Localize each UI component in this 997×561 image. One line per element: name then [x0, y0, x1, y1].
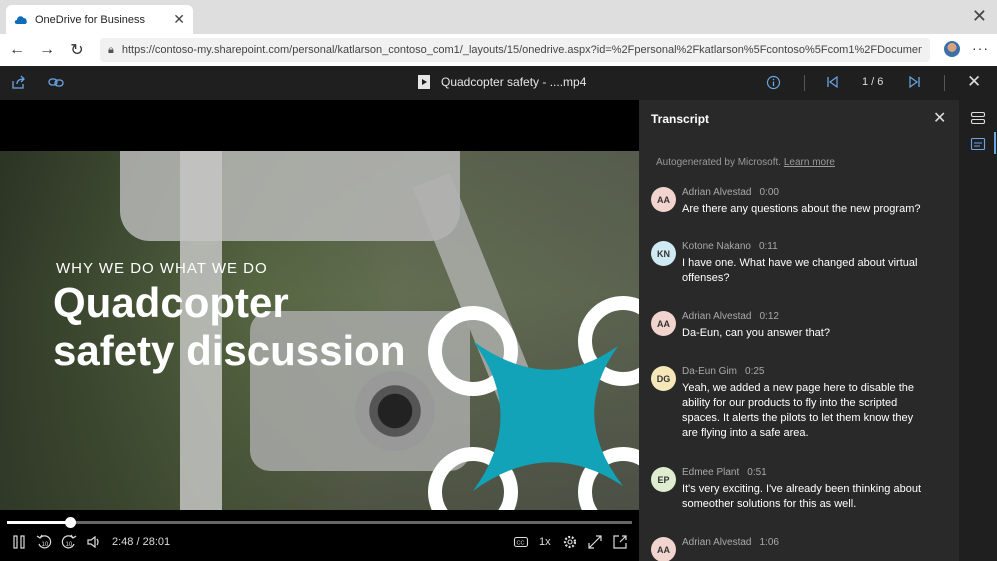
entry-text: Are there any questions about the new pr… [682, 203, 921, 215]
video-overlay-title: Quadcopter safety discussion [53, 279, 405, 375]
toolbar-divider [804, 75, 805, 91]
onedrive-cloud-icon [14, 15, 27, 24]
details-panel-icon[interactable] [970, 111, 986, 125]
entry-meta: Adrian Alvestad 0:00 [682, 187, 779, 198]
close-transcript-icon[interactable]: ✕ [933, 108, 946, 128]
captions-icon[interactable]: CC [513, 534, 529, 550]
entry-timestamp[interactable]: 1:06 [760, 537, 779, 548]
entry-text: Yeah, we added a new page here to disabl… [682, 382, 914, 439]
speaker-avatar: DG [651, 366, 676, 391]
speaker-name: Adrian Alvestad [682, 311, 752, 322]
video-overlay-title-line: Quadcopter [53, 279, 289, 326]
rewind-10-icon[interactable]: 10 [36, 534, 52, 550]
svg-text:10: 10 [42, 542, 49, 548]
video-frame[interactable]: WHY WE DO WHAT WE DO Quadcopter safety d… [0, 151, 639, 510]
autogenerated-text: Autogenerated by Microsoft. [656, 157, 782, 168]
toolbar-divider [944, 75, 945, 91]
copy-link-icon[interactable] [48, 75, 64, 90]
entry-meta: Adrian Alvestad 1:06 [682, 537, 779, 548]
close-viewer-icon[interactable]: ✕ [967, 72, 981, 92]
tab-title: OneDrive for Business [35, 13, 146, 26]
refresh-icon[interactable]: ↻ [62, 40, 92, 60]
entry-text: It's very exciting. I've already been th… [682, 483, 922, 510]
url-text: https://contoso-my.sharepoint.com/person… [121, 44, 922, 56]
browser-tab[interactable]: OneDrive for Business ✕ [6, 5, 193, 34]
first-item-icon[interactable] [826, 75, 839, 89]
seek-handle[interactable] [64, 517, 76, 528]
entry-timestamp[interactable]: 0:51 [747, 467, 766, 478]
last-item-icon[interactable] [908, 75, 921, 89]
entry-meta: Da-Eun Gim 0:25 [682, 366, 764, 377]
speaker-avatar: EP [651, 467, 676, 492]
share-icon[interactable] [11, 75, 26, 90]
file-title-text: Quadcopter safety - ....mp4 [441, 75, 587, 89]
seek-progress [7, 521, 70, 524]
lock-icon: 🔒︎ [108, 43, 114, 56]
entry-meta: Kotone Nakano 0:11 [682, 241, 778, 252]
entry-meta: Adrian Alvestad 0:12 [682, 311, 779, 322]
svg-text:CC: CC [517, 541, 525, 547]
forward-10-icon[interactable]: 10 [61, 534, 77, 550]
speaker-name: Edmee Plant [682, 467, 740, 478]
speaker-avatar: AA [651, 537, 676, 561]
active-indicator [994, 132, 996, 154]
speaker-name: Kotone Nakano [682, 241, 751, 252]
entry-timestamp[interactable]: 0:25 [745, 366, 764, 377]
svg-text:10: 10 [66, 542, 73, 548]
info-icon[interactable] [766, 75, 781, 90]
back-icon[interactable]: ← [2, 41, 32, 59]
settings-gear-icon[interactable] [562, 534, 578, 550]
entry-meta: Edmee Plant 0:51 [682, 467, 767, 478]
file-title: Quadcopter safety - ....mp4 [418, 75, 586, 89]
browser-tab-strip: OneDrive for Business ✕ ✕ [0, 0, 997, 34]
profile-avatar[interactable] [944, 41, 960, 57]
playback-speed[interactable]: 1x [539, 536, 551, 548]
playback-time: 2:48 / 28:01 [112, 536, 171, 548]
transcript-title: Transcript [651, 112, 710, 126]
video-overlay-title-line: safety discussion [53, 327, 406, 374]
entry-text: I have one. What have we changed about v… [682, 257, 918, 284]
entry-timestamp[interactable]: 0:11 [759, 241, 778, 252]
tab-close-icon[interactable]: ✕ [173, 11, 185, 28]
window-close-icon[interactable]: ✕ [972, 6, 987, 27]
transcript-panel-icon[interactable] [970, 137, 986, 151]
seek-bar[interactable] [7, 517, 632, 528]
entry-timestamp[interactable]: 0:12 [760, 311, 779, 322]
url-field[interactable]: 🔒︎ https://contoso-my.sharepoint.com/per… [100, 38, 930, 62]
transcript-panel: Transcript ✕ Autogenerated by Microsoft.… [639, 100, 959, 561]
speaker-avatar: KN [651, 241, 676, 266]
quadcopter-logo-graphic [473, 341, 623, 491]
forward-icon[interactable]: → [32, 41, 62, 59]
video-overlay-subtitle: WHY WE DO WHAT WE DO [56, 260, 268, 277]
speaker-avatar: AA [651, 187, 676, 212]
viewer-toolbar: Quadcopter safety - ....mp4 1 / 6 ✕ [0, 66, 997, 100]
side-rail [959, 100, 997, 561]
video-player[interactable]: WHY WE DO WHAT WE DO Quadcopter safety d… [0, 100, 639, 561]
speaker-name: Da-Eun Gim [682, 366, 738, 377]
fullscreen-icon[interactable] [587, 534, 603, 550]
speaker-name: Adrian Alvestad [682, 187, 752, 198]
pause-icon[interactable] [12, 534, 26, 550]
item-counter: 1 / 6 [862, 76, 884, 88]
camera-lens-image [355, 371, 435, 451]
learn-more-link[interactable]: Learn more [784, 157, 835, 168]
speaker-name: Adrian Alvestad [682, 537, 752, 548]
video-file-icon [418, 75, 430, 89]
speaker-avatar: AA [651, 311, 676, 336]
entry-text: Da-Eun, can you answer that? [682, 327, 830, 339]
drone-body-image [120, 151, 460, 241]
autogenerated-note: Autogenerated by Microsoft. Learn more [656, 157, 835, 168]
more-options-icon[interactable]: ··· [972, 40, 989, 56]
address-bar-row: ← → ↻ 🔒︎ https://contoso-my.sharepoint.c… [0, 34, 997, 66]
open-external-icon[interactable] [612, 534, 628, 550]
volume-icon[interactable] [86, 534, 102, 550]
entry-timestamp[interactable]: 0:00 [760, 187, 779, 198]
